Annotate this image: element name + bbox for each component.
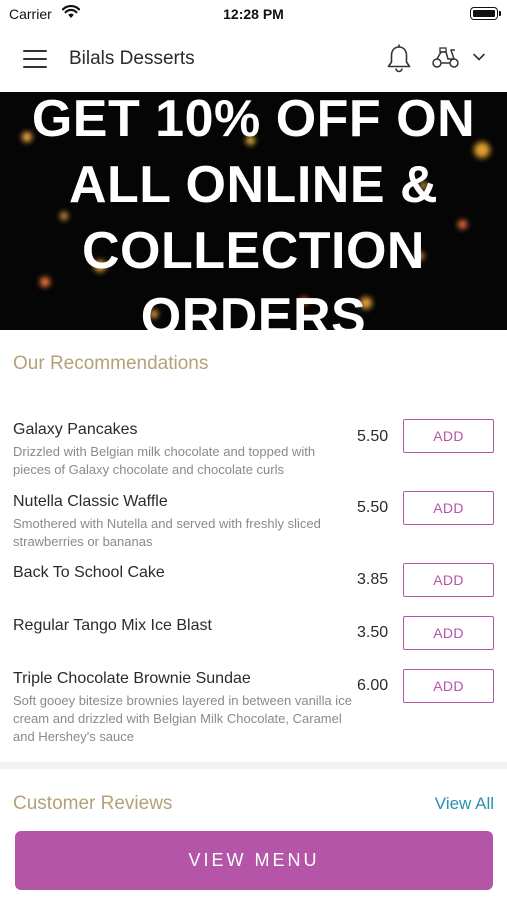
- item-price: 5.50: [357, 499, 389, 516]
- item-description: Drizzled with Belgian milk chocolate and…: [13, 444, 316, 477]
- add-button[interactable]: ADD: [403, 616, 494, 650]
- item-description: Soft gooey bitesize brownies layered in …: [13, 693, 352, 744]
- view-menu-button[interactable]: VIEW MENU: [15, 831, 493, 890]
- item-description: Smothered with Nutella and served with f…: [13, 516, 321, 549]
- item-name: Regular Tango Mix Ice Blast: [13, 617, 212, 634]
- item-price: 5.50: [357, 428, 389, 445]
- recommendations-title: Our Recommendations: [13, 353, 209, 374]
- item-name: Galaxy Pancakes: [13, 421, 138, 438]
- item-price: 3.85: [357, 571, 389, 588]
- app-title: Bilals Desserts: [69, 48, 195, 69]
- section-divider: [0, 762, 507, 769]
- banner-text: GET 10% OFF ON ALL ONLINE & COLLECTION O…: [31, 92, 476, 330]
- battery-icon: [470, 7, 501, 20]
- delivery-scooter-icon[interactable]: [431, 46, 461, 70]
- item-name: Back To School Cake: [13, 564, 165, 581]
- add-button[interactable]: ADD: [403, 491, 494, 525]
- item-price: 3.50: [357, 624, 389, 641]
- item-price: 6.00: [357, 677, 389, 694]
- app-header: Bilals Desserts: [0, 28, 507, 92]
- add-button[interactable]: ADD: [403, 563, 494, 597]
- view-all-link[interactable]: View All: [435, 794, 494, 814]
- promo-banner[interactable]: GET 10% OFF ON ALL ONLINE & COLLECTION O…: [0, 92, 507, 330]
- add-button[interactable]: ADD: [403, 669, 494, 703]
- menu-icon[interactable]: [23, 50, 47, 68]
- status-time: 12:28 PM: [223, 6, 284, 22]
- add-button[interactable]: ADD: [403, 419, 494, 453]
- item-name: Triple Chocolate Brownie Sundae: [13, 670, 251, 687]
- status-bar: Carrier 12:28 PM: [0, 0, 507, 28]
- reviews-title: Customer Reviews: [13, 793, 173, 814]
- chevron-down-icon[interactable]: [472, 52, 486, 62]
- item-name: Nutella Classic Waffle: [13, 493, 168, 510]
- bell-icon[interactable]: [386, 44, 412, 74]
